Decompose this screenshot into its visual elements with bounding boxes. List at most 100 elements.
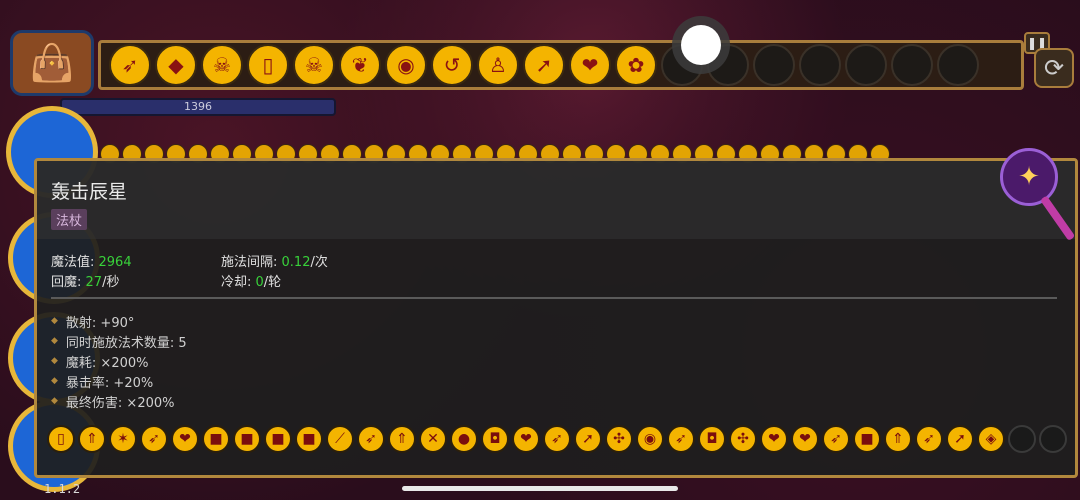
refresh-button[interactable]: ⟳ bbox=[1034, 48, 1074, 88]
spell-slot[interactable]: ✣ bbox=[729, 425, 757, 453]
pink-cube-icon: ■ bbox=[860, 431, 874, 447]
spell-slot[interactable]: ✿ bbox=[615, 44, 657, 86]
empty-spell-slot[interactable] bbox=[845, 44, 887, 86]
spell-slot[interactable]: ◘ bbox=[481, 425, 509, 453]
modifier-item: ◆ 暴击率: +20% bbox=[51, 371, 187, 391]
spell-slot[interactable]: ➶ bbox=[915, 425, 943, 453]
stat-regen-value: 27 bbox=[85, 275, 103, 290]
spell-slot[interactable]: ➶ bbox=[822, 425, 850, 453]
spell-slot[interactable]: ❤ bbox=[760, 425, 788, 453]
spell-slot[interactable]: ↺ bbox=[431, 44, 473, 86]
flesh-icon: ❤ bbox=[799, 431, 811, 447]
stat-cooldown-unit: /轮 bbox=[263, 275, 282, 290]
spell-slot[interactable]: ❤ bbox=[791, 425, 819, 453]
spell-slot[interactable]: ◉ bbox=[636, 425, 664, 453]
equipped-slot-bar: ➶ ◆ ☠ ▯ ☠ ❦ ◉ ↺ ♙ ➚ ❤ ✿ bbox=[98, 40, 1024, 90]
modifier-text: 暴击率: +20% bbox=[65, 375, 154, 391]
triple-burst-icon: ✣ bbox=[737, 431, 749, 447]
spell-slot[interactable]: ❤ bbox=[171, 425, 199, 453]
modifier-item: ◆ 散射: +90° bbox=[51, 311, 187, 331]
spell-slot[interactable]: ♙ bbox=[477, 44, 519, 86]
diamond-bullet-icon: ◆ bbox=[51, 336, 58, 346]
divider bbox=[51, 297, 1057, 299]
empty-spell-slot[interactable] bbox=[891, 44, 933, 86]
globe-icon: ● bbox=[457, 431, 471, 447]
mouse-icon: ▯ bbox=[57, 431, 65, 447]
spell-slot[interactable]: ▯ bbox=[47, 425, 75, 453]
spell-slot[interactable]: ➶ bbox=[667, 425, 695, 453]
shield-figure-icon: ♙ bbox=[489, 53, 507, 77]
green-skull-icon: ☠ bbox=[305, 53, 323, 77]
eye-icon: ◉ bbox=[397, 53, 415, 77]
stat-regen-unit: /秒 bbox=[102, 275, 120, 290]
spell-slot[interactable]: ➶ bbox=[109, 44, 151, 86]
diamond-bullet-icon: ◆ bbox=[51, 396, 58, 406]
stat-regen: 回魔: 27/秒 bbox=[51, 271, 119, 290]
spell-slot[interactable]: ☠ bbox=[201, 44, 243, 86]
stat-cooldown: 冷却: 0/轮 bbox=[221, 271, 281, 290]
stat-cast-interval: 施法间隔: 0.12/次 bbox=[221, 251, 328, 270]
spell-slot[interactable]: ✣ bbox=[605, 425, 633, 453]
spell-slot[interactable]: ✕ bbox=[419, 425, 447, 453]
arc-arrow-icon: ➚ bbox=[954, 431, 966, 447]
double-arrow-up-icon: ⇑ bbox=[892, 431, 904, 447]
modifier-item: ◆ 魔耗: ×200% bbox=[51, 351, 187, 371]
blue-scatter-icon: ✶ bbox=[117, 431, 129, 447]
stat-regen-label: 回魔: bbox=[51, 275, 86, 290]
empty-spell-slot[interactable] bbox=[1039, 425, 1067, 453]
pink-crystal-icon: ◆ bbox=[168, 53, 184, 77]
spell-slot[interactable]: ✶ bbox=[109, 425, 137, 453]
wand-tooltip-panel: 轰击辰星 法杖 魔法值: 2964 施法间隔: 0.12/次 回魔: 27/秒 … bbox=[34, 158, 1078, 478]
empty-spell-slot[interactable] bbox=[753, 44, 795, 86]
crossed-arrows-icon: ➶ bbox=[830, 431, 842, 447]
spell-slot[interactable]: ▯ bbox=[247, 44, 289, 86]
crossed-arrows-icon: ➶ bbox=[148, 431, 160, 447]
spell-slot[interactable]: ■ bbox=[853, 425, 881, 453]
flesh-icon: ❤ bbox=[179, 431, 191, 447]
boomerang-icon: ↺ bbox=[443, 53, 461, 77]
spell-slot[interactable]: ☠ bbox=[293, 44, 335, 86]
spell-slot[interactable]: ⇑ bbox=[388, 425, 416, 453]
pink-cube-icon: ■ bbox=[302, 431, 316, 447]
spell-slot[interactable]: ➶ bbox=[543, 425, 571, 453]
spell-slot[interactable]: ➶ bbox=[357, 425, 385, 453]
home-indicator[interactable] bbox=[402, 486, 678, 491]
spell-slot[interactable]: ■ bbox=[233, 425, 261, 453]
spell-slot[interactable]: ⟋ bbox=[326, 425, 354, 453]
spell-slot[interactable]: ■ bbox=[295, 425, 323, 453]
spell-slot[interactable]: ❦ bbox=[339, 44, 381, 86]
spell-slot[interactable]: ■ bbox=[264, 425, 292, 453]
wand-spell-row: ▯ ⇑ ✶ ➶ ❤ ■ ■ ■ ■ ⟋ ➶ ⇑ ✕ ● ◘ ❤ ➶ ➚ ✣ ◉ ➶ ◘ ✣ ❤ ❤ ➶ ■ ⇑ ➶ ➚ ◈ bbox=[47, 425, 1067, 453]
empty-spell-slot[interactable] bbox=[1008, 425, 1036, 453]
spell-slot[interactable]: ⇑ bbox=[78, 425, 106, 453]
backpack-icon: 👜 bbox=[29, 43, 75, 84]
version-label: 1.1.2 bbox=[44, 482, 81, 496]
crossed-arrows-icon: ➶ bbox=[121, 53, 139, 77]
spell-slot[interactable]: ❤ bbox=[512, 425, 540, 453]
spell-slot[interactable]: ➶ bbox=[140, 425, 168, 453]
spell-slot[interactable]: ■ bbox=[202, 425, 230, 453]
double-arrow-up-icon: ⇑ bbox=[396, 431, 408, 447]
crossed-arrows-icon: ➶ bbox=[675, 431, 687, 447]
spell-slot[interactable]: ● bbox=[450, 425, 478, 453]
spell-slot[interactable]: ⇑ bbox=[884, 425, 912, 453]
empty-spell-slot[interactable] bbox=[799, 44, 841, 86]
empty-spell-slot[interactable] bbox=[937, 44, 979, 86]
spell-slot[interactable]: ◉ bbox=[385, 44, 427, 86]
stat-cast-interval-label: 施法间隔: bbox=[221, 255, 282, 270]
wand-icon: ✦ bbox=[1000, 148, 1058, 206]
modifier-text: 同时施放法术数量: 5 bbox=[65, 335, 187, 351]
spell-slot[interactable]: ➚ bbox=[574, 425, 602, 453]
wand-name: 轰击辰星 bbox=[51, 181, 128, 203]
spell-slot[interactable]: ❤ bbox=[569, 44, 611, 86]
spell-slot[interactable]: ◈ bbox=[977, 425, 1005, 453]
double-arrow-up-icon: ⇑ bbox=[86, 431, 98, 447]
spell-slot[interactable]: ➚ bbox=[523, 44, 565, 86]
modifier-text: 最终伤害: ×200% bbox=[65, 395, 175, 411]
crossed-arrows-icon: ➶ bbox=[551, 431, 563, 447]
spell-slot[interactable]: ➚ bbox=[946, 425, 974, 453]
backpack-button[interactable]: 👜 bbox=[10, 30, 94, 96]
touch-indicator bbox=[672, 16, 730, 74]
spell-slot[interactable]: ◘ bbox=[698, 425, 726, 453]
spell-slot[interactable]: ◆ bbox=[155, 44, 197, 86]
